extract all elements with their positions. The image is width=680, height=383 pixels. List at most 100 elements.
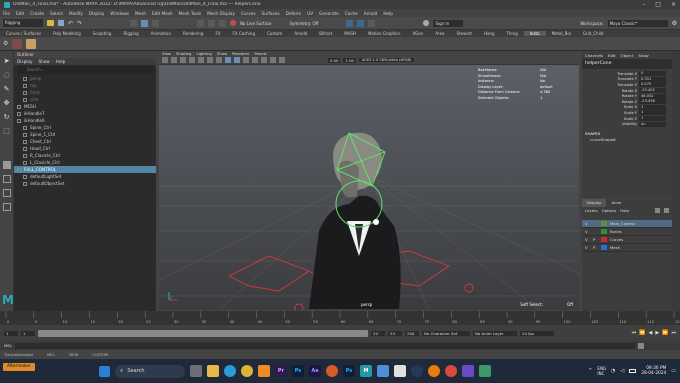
layer-row[interactable]: V Bones [582,228,672,236]
ipr-icon[interactable] [357,19,365,27]
grid-toggle-icon[interactable] [198,57,204,63]
layout-four-icon[interactable] [2,175,11,183]
channel-attr-value[interactable]: 1 [639,110,666,116]
shelf-tab[interactable]: XGen [406,31,429,36]
shelf-tab[interactable]: Sculpting [87,31,118,36]
layer-visibility-toggle[interactable]: V [585,221,590,226]
go-end-icon[interactable]: ⏭ [671,330,676,336]
channel-attr-value[interactable]: -23.436 [639,99,666,105]
select-tool-icon[interactable]: ➤ [4,57,10,65]
photoshop-2-icon[interactable]: Ps [343,365,355,377]
menu-item[interactable]: Mesh Tools [179,11,202,16]
expand-icon[interactable] [17,118,21,123]
outliner-item[interactable]: defaultObjectSet [14,180,156,187]
side-tab-strip[interactable] [672,51,680,311]
film-gate-icon[interactable] [207,57,213,63]
step-forward-icon[interactable]: ⏩ [662,330,668,336]
channel-attr-row[interactable]: Translate Y 0.351 [582,76,672,83]
menu-item[interactable]: Display [89,11,104,16]
exposure-field[interactable]: 0.00 [328,57,341,63]
bookmark-icon[interactable] [180,57,186,63]
new-layer-icon[interactable] [655,208,660,213]
layer-visibility-toggle[interactable]: V [585,245,590,250]
shelf-tool-icon[interactable] [12,38,23,49]
shelf-tab[interactable]: Animation [145,31,177,36]
smooth-shade-icon[interactable] [234,57,240,63]
menu-item[interactable]: Arnold [364,11,378,16]
language-indicator[interactable]: ENG INC [597,366,606,376]
select-hierarchy-icon[interactable] [130,19,138,27]
range-start-field[interactable]: 1 [4,330,18,336]
tray-chevron-icon[interactable]: ^ [588,368,592,374]
outliner-item[interactable]: defaultLightSet [14,173,156,180]
wireframe-icon[interactable] [225,57,231,63]
edge-icon[interactable] [224,365,236,377]
layout-outliner-icon[interactable] [2,203,11,211]
rotate-tool-icon[interactable]: ↻ [4,113,10,121]
channel-attr-value[interactable]: 1 [639,104,666,110]
gamma-field[interactable]: 1.00 [343,57,356,63]
sign-in-button[interactable]: Sign In [433,19,464,27]
chrome-icon[interactable] [241,365,253,377]
menu-item[interactable]: Deform [286,11,302,16]
anim-end-field[interactable]: 200 [405,330,419,336]
outliner-menu-item[interactable]: Help [56,59,66,64]
viewport-3d[interactable]: 0.00 1.00 ACES 1.0 SDR-video (sRGB) Back… [159,56,579,310]
menu-item[interactable]: File [3,11,10,16]
image-plane-icon[interactable] [189,57,195,63]
snap-point-icon[interactable] [219,19,227,27]
menu-item[interactable]: Modify [69,11,83,16]
channel-attr-row[interactable]: Visibility on [582,121,672,127]
notepad-icon[interactable] [377,365,389,377]
shelf-tab[interactable]: Metal_Bol [546,31,577,36]
undo-icon[interactable]: ↶ [68,20,73,27]
resolution-gate-icon[interactable] [216,57,222,63]
menu-item[interactable]: Mesh [135,11,146,16]
channel-box-menu-item[interactable]: Object [621,53,634,58]
layer-color-swatch[interactable] [601,245,607,250]
channel-attr-value[interactable]: on [639,121,666,127]
step-back-icon[interactable]: ⏪ [639,330,645,336]
layer-playback-toggle[interactable]: P [593,237,598,242]
expand-icon[interactable] [17,104,21,109]
channel-attr-row[interactable]: Translate X0 [582,71,672,77]
wifi-icon[interactable]: ◔ [611,368,615,374]
mode-dropdown[interactable]: Rigging [3,19,43,27]
android-studio-icon[interactable] [479,365,491,377]
symmetry-dropdown[interactable]: Symmetry: Off [289,21,318,26]
shelf-tab[interactable]: Insta [523,31,546,36]
taskbar-search[interactable]: ⌕ Search [115,364,185,378]
layer-visibility-toggle[interactable]: V [585,237,590,242]
layer-editor-menu-item[interactable]: Options [602,208,617,213]
shelf-tab[interactable]: Rigging [117,31,144,36]
play-forward-icon[interactable]: ▶ [655,330,659,336]
layer-editor-menu-item[interactable]: Help [620,208,629,213]
channel-box-menu-item[interactable]: Channels [585,53,603,58]
outliner-item[interactable]: Chest_Ctrl [14,138,156,145]
user-icon[interactable] [423,20,430,26]
render-icon[interactable] [346,19,354,27]
settings-gear-icon[interactable]: ⚙ [672,20,677,27]
outliner-item[interactable]: persp [14,75,156,82]
terminal-icon[interactable] [462,365,474,377]
outliner-item[interactable]: Head_Ctrl [14,145,156,152]
premiere-icon[interactable]: Pr [275,365,287,377]
scale-tool-icon[interactable]: ⬚ [3,127,10,135]
expand-icon[interactable] [17,111,21,116]
range-end2-field[interactable]: 24 [388,330,402,336]
after-effects-icon[interactable]: Ae [309,365,321,377]
menu-item[interactable]: Generate [319,11,339,16]
notification-icon[interactable]: ▭ [671,368,676,374]
move-tool-icon[interactable]: ✥ [4,99,10,107]
shelf-tab[interactable]: Arnold [288,31,313,36]
new-layer-selected-icon[interactable] [664,208,669,213]
shelf-tab[interactable]: FX Caching [227,31,261,36]
outliner-menu-item[interactable]: Display [17,59,32,64]
lasso-tool-icon[interactable]: ◌ [3,71,9,79]
menu-item[interactable]: Mesh Display [207,11,235,16]
channel-box-node-name[interactable]: helperCone [582,59,672,69]
channel-attr-row[interactable]: Rotate Z -23.436 [582,99,672,105]
fps-dropdown[interactable]: 24 fps [520,330,554,336]
shelf-tool-icon[interactable] [26,38,37,49]
time-slider[interactable]: 0 5 10 15 20 25 30 35 40 45 50 55 60 65 70 75 80 85 90 95 10… [0,311,680,325]
